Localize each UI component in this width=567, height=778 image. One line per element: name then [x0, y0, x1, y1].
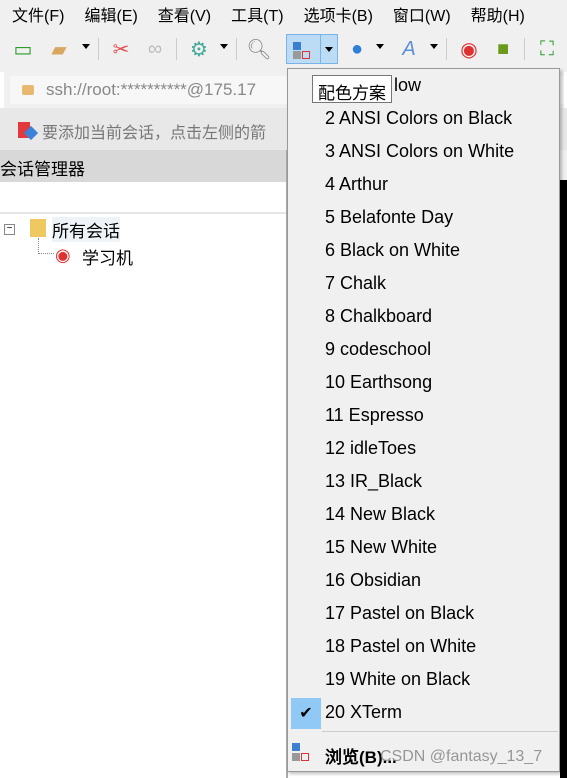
new-session-icon[interactable]: ▭ [10, 36, 36, 62]
session-manager-header: 会话管理器 [0, 150, 286, 182]
chevron-down-icon[interactable] [325, 47, 333, 52]
menu-item[interactable]: 14 New Black [288, 499, 559, 532]
properties-icon[interactable]: ⚙ [186, 36, 212, 62]
hint-text: 要添加当前会话，点击左侧的箭 [42, 125, 267, 142]
menu-item[interactable]: 12 idleToes [288, 433, 559, 466]
menu-item[interactable]: 2 ANSI Colors on Black [288, 103, 559, 136]
color-scheme-icon [292, 743, 300, 751]
watermark: CSDN @fantasy_13_7 [380, 748, 543, 765]
globe-icon[interactable]: ● [344, 36, 370, 62]
tree-line [38, 238, 54, 254]
menu-item-label: 14 New Black [325, 504, 436, 524]
menu-edit[interactable]: 编辑(E) [72, 2, 145, 26]
menu-item-label: 13 IR_Black [325, 471, 423, 491]
menu-help[interactable]: 帮助(H) [459, 2, 533, 26]
menu-item-label: 20 XTerm [325, 702, 403, 722]
color-scheme-button[interactable] [286, 34, 338, 64]
menu-item-label: low [394, 75, 422, 95]
menu-item[interactable]: 13 IR_Black [288, 466, 559, 499]
divider [524, 38, 525, 60]
address-text: ssh://root:**********@175.17 [46, 80, 257, 99]
globe-dropdown-icon[interactable] [376, 44, 384, 49]
toolbar: ▭ ▰ ✂ ∞ ⚙ 🔍︎ ● A ◉ ■ ⛶ [0, 28, 567, 72]
divider [446, 38, 447, 60]
menu-item[interactable]: 9 codeschool [288, 334, 559, 367]
reconnect-icon[interactable]: ∞ [142, 36, 168, 62]
menu-item-label: 9 codeschool [325, 339, 432, 359]
xshell-icon[interactable]: ◉ [456, 36, 482, 62]
divider [98, 38, 99, 60]
menu-item[interactable]: 17 Pastel on Black [288, 598, 559, 631]
font-dropdown-icon[interactable] [430, 44, 438, 49]
menu-item-label: 17 Pastel on Black [325, 603, 475, 623]
menu-item-label: 5 Belafonte Day [325, 207, 454, 227]
menu-item[interactable]: 18 Pastel on White [288, 631, 559, 664]
menu-item[interactable]: 11 Espresso [288, 400, 559, 433]
search-icon[interactable]: 🔍︎ [246, 36, 272, 62]
menu-file[interactable]: 文件(F) [0, 2, 72, 26]
folder-icon [30, 219, 46, 237]
open-dropdown-icon[interactable] [82, 44, 90, 49]
menu-item[interactable]: 16 Obsidian [288, 565, 559, 598]
menu-item[interactable]: 3 ANSI Colors on White [288, 136, 559, 169]
fullscreen-icon[interactable]: ⛶ [534, 36, 560, 62]
lock-icon [22, 85, 34, 95]
tooltip: 配色方案 [312, 75, 392, 103]
menu-item[interactable]: 7 Chalk [288, 268, 559, 301]
disconnect-icon[interactable]: ✂ [108, 36, 134, 62]
menu-item[interactable]: ✔ 20 XTerm [288, 697, 559, 730]
menu-item[interactable]: 19 White on Black [288, 664, 559, 697]
menu-item-label: 12 idleToes [325, 438, 417, 458]
session-icon: ◉ [55, 245, 71, 265]
menu-item[interactable]: 15 New White [288, 532, 559, 565]
menu-tabs[interactable]: 选项卡(B) [292, 2, 381, 26]
menu-item-label: 2 ANSI Colors on Black [325, 108, 513, 128]
menu-item-label: 3 ANSI Colors on White [325, 141, 515, 161]
menu-item-label: 19 White on Black [325, 669, 471, 689]
session-tree: − 所有会话 ◉ 学习机 [0, 212, 286, 778]
menubar: 文件(F) 编辑(E) 查看(V) 工具(T) 选项卡(B) 窗口(W) 帮助(… [0, 0, 567, 28]
menu-window[interactable]: 窗口(W) [381, 2, 459, 26]
menu-item[interactable]: 4 Arthur [288, 169, 559, 202]
check-icon: ✔ [291, 698, 321, 729]
menu-item[interactable]: 5 Belafonte Day [288, 202, 559, 235]
menu-item-label: 6 Black on White [325, 240, 461, 260]
menu-item-label: 4 Arthur [325, 174, 389, 194]
terminal[interactable] [560, 180, 567, 778]
menu-item[interactable]: 6 Black on White [288, 235, 559, 268]
xftp-icon[interactable]: ■ [490, 36, 516, 62]
menu-item[interactable]: 8 Chalkboard [288, 301, 559, 334]
menu-item-label: 18 Pastel on White [325, 636, 477, 656]
menu-item-label: 16 Obsidian [325, 570, 422, 590]
menu-item-label: 15 New White [325, 537, 438, 557]
menu-item-label: 10 Earthsong [325, 372, 433, 392]
tree-root[interactable]: 所有会话 [52, 217, 120, 242]
menu-tools[interactable]: 工具(T) [219, 2, 291, 26]
menu-item-label: 11 Espresso [325, 405, 424, 425]
menu-view[interactable]: 查看(V) [146, 2, 219, 26]
panel-title: 会话管理器 [0, 160, 85, 179]
divider [176, 38, 177, 60]
properties-dropdown-icon[interactable] [220, 44, 228, 49]
color-scheme-menu: low 浏览(B)... 2 ANSI Colors on Black 3 ANS… [287, 68, 560, 772]
divider [236, 38, 237, 60]
tree-item-session[interactable]: 学习机 [82, 244, 133, 269]
menu-item-label: 7 Chalk [325, 273, 387, 293]
collapse-icon[interactable]: − [4, 224, 15, 235]
menu-item[interactable]: 10 Earthsong [288, 367, 559, 400]
font-icon[interactable]: A [396, 36, 422, 62]
open-folder-icon[interactable]: ▰ [46, 36, 72, 62]
menu-item-label: 8 Chalkboard [325, 306, 433, 326]
menu-divider [322, 731, 558, 732]
